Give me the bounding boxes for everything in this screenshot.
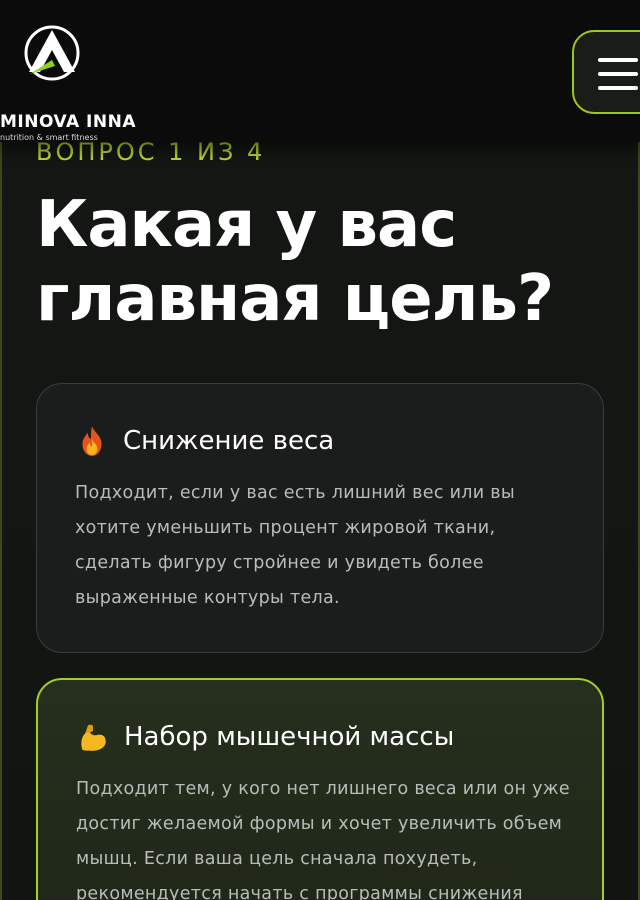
option-description: Подходит тем, у кого нет лишнего веса ил…	[76, 779, 570, 900]
option-title: Снижение веса	[123, 426, 335, 456]
site-header: MINOVA INNA nutrition & smart fitness	[0, 0, 640, 142]
option-card-header: Набор мышечной массы	[76, 720, 454, 754]
logo-mark-icon	[24, 25, 80, 81]
page: ВОПРОС 1 ИЗ 4 Какая у вас главная цель? …	[0, 0, 640, 900]
menu-bar	[598, 72, 638, 76]
logo-title: MINOVA INNA	[0, 112, 136, 132]
hamburger-menu-button[interactable]	[572, 30, 640, 114]
quiz-question: Какая у вас главная цель?	[36, 188, 554, 336]
option-description: Подходит, если у вас есть лишний вес или…	[75, 483, 516, 608]
option-title: Набор мышечной массы	[124, 722, 455, 752]
quiz-step-label: ВОПРОС 1 ИЗ 4	[36, 138, 266, 166]
menu-bar	[598, 58, 638, 62]
logo-subtitle: nutrition & smart fitness	[0, 133, 98, 142]
option-card-muscle-gain[interactable]: Набор мышечной массы Подходит тем, у ког…	[36, 678, 604, 900]
fire-icon	[82, 426, 102, 456]
option-card-weight-loss[interactable]: Снижение веса Подходит, если у вас есть …	[36, 383, 604, 653]
menu-bar	[598, 86, 638, 90]
brand-logo[interactable]: MINOVA INNA nutrition & smart fitness	[0, 24, 135, 142]
flexed-bicep-icon	[81, 724, 106, 751]
option-card-header: Снижение веса	[75, 424, 334, 458]
